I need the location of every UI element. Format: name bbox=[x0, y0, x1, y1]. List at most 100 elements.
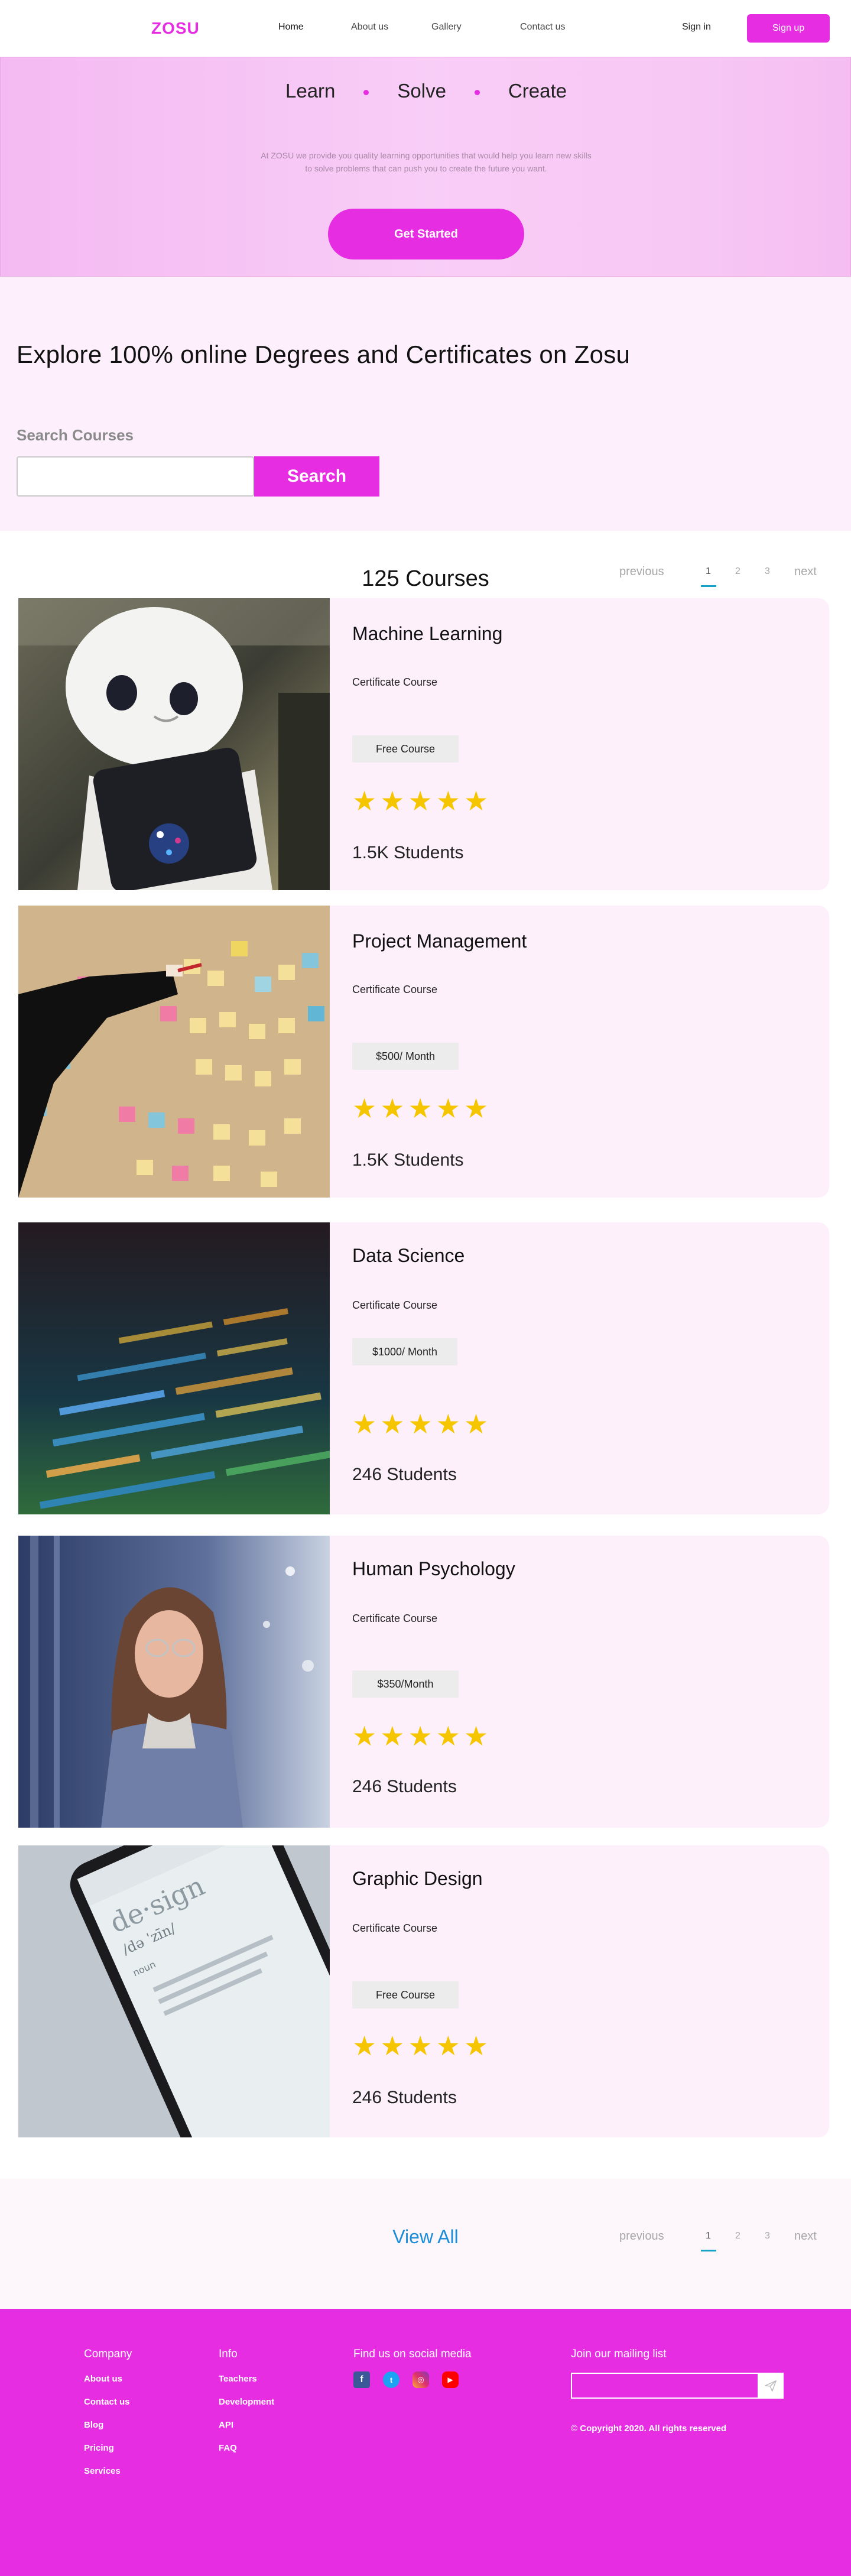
footer-link-services[interactable]: Services bbox=[84, 2466, 132, 2476]
youtube-icon[interactable]: ▶ bbox=[442, 2371, 459, 2388]
send-button[interactable] bbox=[758, 2373, 784, 2399]
course-rating: ★ ★ ★ ★ ★ bbox=[352, 1410, 488, 1438]
footer-link-teachers[interactable]: Teachers bbox=[219, 2374, 274, 2384]
dot-separator bbox=[474, 89, 480, 95]
course-type: Certificate Course bbox=[352, 1922, 438, 1934]
sign-in-link[interactable]: Sign in bbox=[682, 22, 711, 33]
course-students: 1.5K Students bbox=[352, 843, 463, 863]
footer-link-pricing[interactable]: Pricing bbox=[84, 2443, 132, 2453]
footer-info: Info Teachers Development API FAQ bbox=[219, 2348, 274, 2466]
course-card[interactable]: de·sign /də ˈzīn/ noun Graphic Design Ce… bbox=[18, 1845, 829, 2137]
star-icon: ★ bbox=[436, 1721, 460, 1751]
students-label: Students bbox=[394, 1150, 464, 1170]
star-icon: ★ bbox=[408, 1093, 433, 1124]
nav-link-about[interactable]: About us bbox=[351, 22, 388, 33]
star-icon: ★ bbox=[464, 1093, 489, 1124]
students-label: Students bbox=[394, 843, 464, 862]
course-title[interactable]: Data Science bbox=[352, 1245, 465, 1267]
footer: Company About us Contact us Blog Pricing… bbox=[0, 2309, 851, 2576]
pagination-page-1[interactable]: 1 bbox=[706, 566, 711, 577]
pagination: previous 1 2 3 next bbox=[619, 2230, 851, 2253]
search-button[interactable]: Search bbox=[254, 456, 379, 497]
paper-plane-icon bbox=[765, 2380, 777, 2392]
dot-separator bbox=[363, 89, 369, 95]
star-icon: ★ bbox=[464, 786, 489, 816]
footer-link-api[interactable]: API bbox=[219, 2420, 274, 2430]
pagination-page-2[interactable]: 2 bbox=[735, 2231, 740, 2241]
copyright-icon: © bbox=[571, 2423, 578, 2434]
footer-link-development[interactable]: Development bbox=[219, 2397, 274, 2407]
course-list: Machine Learning Certificate Course Free… bbox=[0, 590, 851, 2179]
course-image-phone-design: de·sign /də ˈzīn/ noun bbox=[18, 1845, 330, 2137]
copyright-text: Copyright 2020. All rights reserved bbox=[580, 2423, 727, 2434]
top-nav: ZOSU Home About us Gallery Contact us Si… bbox=[0, 0, 851, 57]
course-students: 246 Students bbox=[352, 1777, 457, 1797]
pagination-next[interactable]: next bbox=[794, 565, 817, 579]
star-icon: ★ bbox=[436, 1093, 460, 1124]
course-card[interactable]: Data Science Certificate Course $1000/ M… bbox=[18, 1222, 829, 1514]
star-icon: ★ bbox=[352, 1409, 377, 1439]
instagram-icon[interactable]: ◎ bbox=[412, 2371, 429, 2388]
course-card[interactable]: Project Management Certificate Course $5… bbox=[18, 906, 829, 1198]
course-title[interactable]: Graphic Design bbox=[352, 1868, 483, 1890]
get-started-button[interactable]: Get Started bbox=[328, 209, 524, 259]
course-title[interactable]: Project Management bbox=[352, 930, 527, 952]
star-icon: ★ bbox=[380, 2030, 405, 2061]
hero-description: At ZOSU we provide you quality learning … bbox=[219, 149, 633, 175]
course-info: Graphic Design Certificate Course Free C… bbox=[352, 1845, 813, 2137]
pagination-next[interactable]: next bbox=[794, 2230, 817, 2243]
pagination-page-2[interactable]: 2 bbox=[735, 566, 740, 577]
course-card[interactable]: Human Psychology Certificate Course $350… bbox=[18, 1536, 829, 1828]
star-icon: ★ bbox=[464, 1409, 489, 1439]
course-rating: ★ ★ ★ ★ ★ bbox=[352, 2032, 488, 2059]
course-card[interactable]: Machine Learning Certificate Course Free… bbox=[18, 598, 829, 890]
pagination-active-indicator bbox=[701, 585, 716, 587]
pagination-page-3[interactable]: 3 bbox=[765, 2231, 770, 2241]
course-type: Certificate Course bbox=[352, 1299, 438, 1311]
footer-link-blog[interactable]: Blog bbox=[84, 2420, 132, 2430]
pagination-page-3[interactable]: 3 bbox=[765, 566, 770, 577]
hero-description-line: to solve problems that can push you to c… bbox=[305, 164, 547, 173]
search-input[interactable] bbox=[17, 456, 254, 497]
nav-link-home[interactable]: Home bbox=[278, 22, 304, 33]
course-rating: ★ ★ ★ ★ ★ bbox=[352, 787, 488, 815]
search-label: Search Courses bbox=[17, 426, 134, 444]
nav-link-gallery[interactable]: Gallery bbox=[431, 22, 462, 33]
pagination-previous[interactable]: previous bbox=[619, 2230, 664, 2243]
course-students: 1.5K Students bbox=[352, 1150, 463, 1170]
course-price-badge: $1000/ Month bbox=[352, 1338, 457, 1365]
star-icon: ★ bbox=[408, 1721, 433, 1751]
course-title[interactable]: Human Psychology bbox=[352, 1558, 515, 1580]
course-price-badge: $350/Month bbox=[352, 1670, 459, 1698]
twitter-icon[interactable]: t bbox=[383, 2371, 399, 2388]
footer-heading: Info bbox=[219, 2348, 238, 2360]
footer-link-faq[interactable]: FAQ bbox=[219, 2443, 274, 2453]
nav-link-contact[interactable]: Contact us bbox=[520, 22, 565, 33]
pagination-previous[interactable]: previous bbox=[619, 565, 664, 579]
course-type: Certificate Course bbox=[352, 984, 438, 995]
course-price-badge: Free Course bbox=[352, 1981, 459, 2009]
students-label: Students bbox=[386, 2088, 457, 2107]
facebook-icon[interactable]: f bbox=[353, 2371, 370, 2388]
star-icon: ★ bbox=[408, 1409, 433, 1439]
mailing-email-input[interactable] bbox=[571, 2373, 758, 2399]
star-icon: ★ bbox=[352, 786, 377, 816]
students-label: Students bbox=[386, 1777, 457, 1796]
sign-up-button[interactable]: Sign up bbox=[747, 14, 830, 43]
footer-link-contact[interactable]: Contact us bbox=[84, 2397, 132, 2407]
course-students: 246 Students bbox=[352, 2088, 457, 2108]
footer-link-about[interactable]: About us bbox=[84, 2374, 132, 2384]
course-title[interactable]: Machine Learning bbox=[352, 623, 502, 645]
hero-banner: Learn Solve Create At ZOSU we provide you … bbox=[0, 57, 851, 277]
view-all-label[interactable]: View All bbox=[392, 2226, 458, 2247]
footer-mailing: Join our mailing list © Copyright 2020. … bbox=[571, 2348, 784, 2434]
logo[interactable]: ZOSU bbox=[151, 19, 200, 38]
course-type: Certificate Course bbox=[352, 1613, 438, 1624]
star-icon: ★ bbox=[352, 1721, 377, 1751]
students-label: Students bbox=[386, 1465, 457, 1484]
footer-heading: Find us on social media bbox=[353, 2348, 472, 2360]
footer-heading: Join our mailing list bbox=[571, 2348, 667, 2360]
course-rating: ★ ★ ★ ★ ★ bbox=[352, 1095, 488, 1122]
pagination-page-1[interactable]: 1 bbox=[706, 2231, 711, 2241]
course-info: Data Science Certificate Course $1000/ M… bbox=[352, 1222, 813, 1514]
